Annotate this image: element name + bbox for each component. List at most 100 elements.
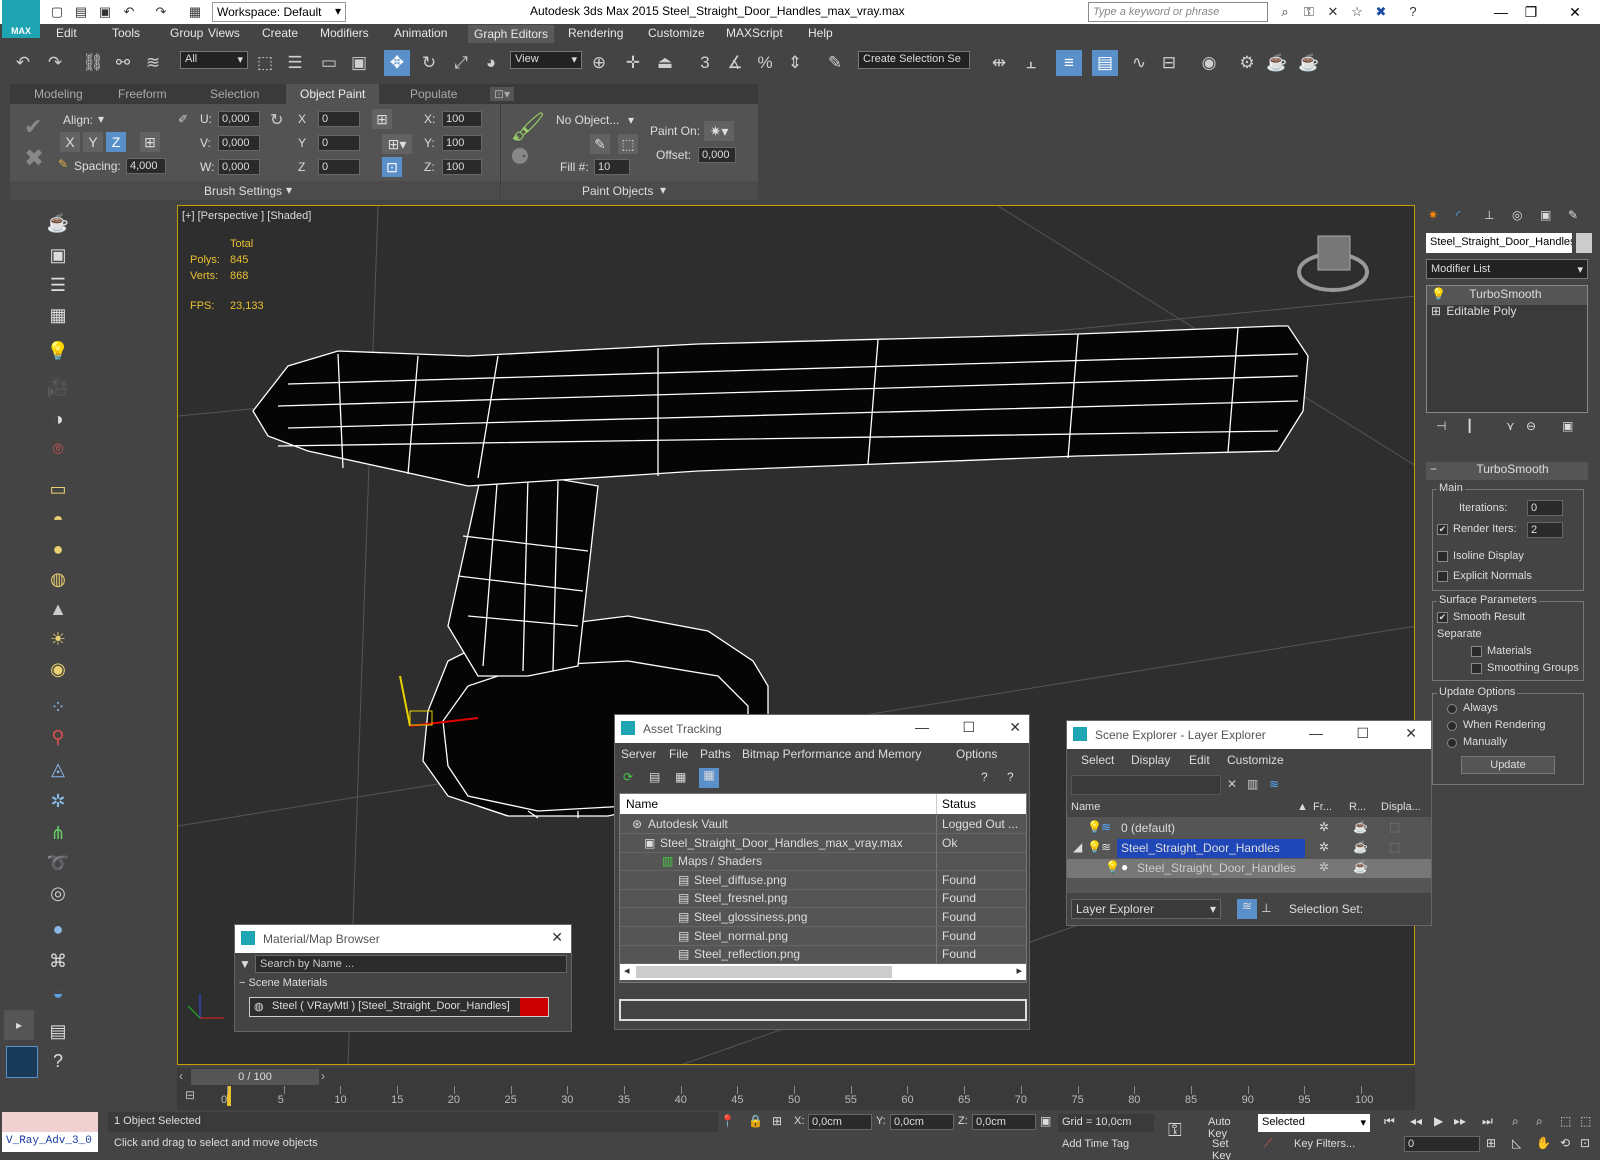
add-to-layer-icon[interactable]: ≋ — [1269, 777, 1279, 791]
asset-row[interactable]: ▤ Steel_glossiness.png Found — [620, 908, 1026, 927]
isolate-selection-icon[interactable]: 📍 — [720, 1114, 735, 1128]
select-and-rotate-icon[interactable]: ↻ — [416, 50, 442, 76]
maxscript-listener-top[interactable] — [2, 1112, 98, 1132]
collapse-arrow-icon[interactable]: ◢ — [1073, 840, 1082, 854]
pivot-center-icon[interactable]: ⊕ — [586, 50, 612, 76]
close-icon[interactable]: ✕ — [551, 929, 563, 946]
viewport-label[interactable]: [+] [Perspective ] [Shaded] — [182, 210, 311, 222]
maxscript-listener-input[interactable]: V_Ray_Adv_3_0 — [2, 1132, 98, 1152]
key-mode-dropdown[interactable]: Selected ▾ — [1258, 1114, 1370, 1132]
particles-icon[interactable]: ⁘ — [44, 694, 72, 720]
light-icon[interactable]: 💡 — [44, 338, 72, 364]
scale-z-input[interactable]: 100 — [442, 159, 482, 175]
hair-icon[interactable]: ➰ — [44, 850, 72, 876]
render-teapot-icon[interactable]: ☕ — [1353, 840, 1368, 854]
menu-file[interactable]: File — [669, 747, 688, 761]
go-to-end-icon[interactable]: ⏭ — [1482, 1114, 1493, 1129]
maximize-viewport-icon[interactable]: ⊡ — [1580, 1136, 1590, 1150]
selection-filter-dropdown[interactable]: All ▾ — [180, 51, 248, 69]
project-folder-icon[interactable]: ▦ — [186, 3, 204, 21]
object-name-input[interactable]: Steel_Straight_Door_Handles — [1426, 233, 1572, 253]
axis-x-button[interactable]: X — [60, 132, 80, 152]
glass-sphere-icon[interactable]: ● — [44, 916, 72, 942]
schematic-view-icon[interactable]: ⊟ — [1156, 50, 1182, 76]
reference-coordinate-dropdown[interactable]: View ▾ — [510, 51, 582, 69]
mesh-icon[interactable]: ◍ — [44, 566, 72, 592]
z-coord-input[interactable]: 0,0cm — [972, 1114, 1036, 1130]
asset-row[interactable]: ⊛ Autodesk Vault Logged Out ... — [620, 815, 1026, 834]
make-unique-icon[interactable]: ⋎ — [1506, 419, 1515, 433]
gear-icon[interactable]: ✲ — [44, 788, 72, 814]
table-view-icon[interactable]: ▦ — [699, 768, 719, 788]
snap-3d-icon[interactable]: 3 — [692, 50, 718, 76]
dome-icon[interactable]: ◓ — [44, 506, 72, 532]
x-coord-input[interactable]: 0,0cm — [808, 1114, 872, 1130]
file-icon[interactable]: ▤ — [44, 1018, 72, 1044]
column-name[interactable]: Name — [1071, 801, 1100, 813]
minimize-icon[interactable]: — — [1309, 725, 1323, 741]
expand-toolbar-icon[interactable]: ▸ — [4, 1010, 34, 1040]
menu-animation[interactable]: Animation — [394, 26, 447, 40]
pin-stack-icon[interactable]: ⊣ — [1436, 419, 1446, 433]
shell-icon[interactable]: ◎ — [44, 880, 72, 906]
bind-spacewarp-icon[interactable]: ≋ — [140, 50, 166, 76]
orbit-icon[interactable]: ⟲ — [1560, 1136, 1570, 1150]
configure-sets-icon[interactable]: ▣ — [1562, 419, 1573, 433]
menu-views[interactable]: Views — [208, 26, 240, 40]
asset-row[interactable]: ▣ Steel_Straight_Door_Handles_max_vray.ma… — [620, 833, 1026, 853]
explorer-type-dropdown[interactable]: Layer Explorer ▾ — [1071, 899, 1221, 919]
horizontal-scrollbar[interactable]: ◂ ▸ — [620, 964, 1026, 980]
plane-icon[interactable]: ▭ — [44, 476, 72, 502]
vray-frame-icon[interactable]: ◒ — [44, 980, 72, 1006]
help-search-input[interactable]: Type a keyword or phrase — [1088, 2, 1268, 22]
refresh-icon[interactable]: ⟳ — [623, 770, 633, 784]
layer-view-icon[interactable]: ≋ — [1237, 899, 1257, 919]
pick-cursor-icon[interactable]: ⬚ — [618, 134, 638, 154]
material-browser-titlebar[interactable]: Material/Map Browser ✕ — [235, 925, 571, 953]
create-tab-icon[interactable]: ✷ — [1428, 208, 1438, 222]
menu-modifiers[interactable]: Modifiers — [320, 26, 369, 40]
menu-select[interactable]: Select — [1081, 753, 1114, 767]
utilities-tab-icon[interactable]: ✎ — [1568, 208, 1578, 222]
asset-tracking-titlebar[interactable]: Asset Tracking — ☐ ✕ — [615, 715, 1029, 743]
y-rotate-input[interactable]: 0 — [318, 135, 360, 151]
new-file-icon[interactable]: ▢ — [48, 3, 66, 21]
align-options-icon[interactable]: ⊞ — [140, 132, 160, 152]
scale-options-icon[interactable]: ⊞ — [372, 109, 392, 129]
no-object-dropdown[interactable]: No Object... — [556, 113, 619, 127]
time-tag-icon[interactable]: ▣ — [1040, 1114, 1051, 1128]
fill-input[interactable]: 10 — [594, 159, 630, 175]
undo-icon[interactable]: ↶ — [10, 50, 36, 76]
window-crossing-icon[interactable]: ▣ — [346, 50, 372, 76]
teapot-icon[interactable]: ☕ — [44, 210, 72, 236]
asset-row[interactable]: ▤ Steel_diffuse.png Found — [620, 870, 1026, 890]
spacing-input[interactable]: 4,000 — [126, 158, 166, 174]
clear-search-icon[interactable]: ✕ — [1227, 777, 1237, 791]
material-search-input[interactable]: Search by Name ... — [255, 955, 567, 973]
zoom-extents-all-icon[interactable]: ⬚ — [1580, 1114, 1591, 1128]
viewcube[interactable] — [1297, 235, 1369, 292]
object-color-swatch[interactable] — [1576, 233, 1592, 253]
time-slider[interactable]: ‹ 0 / 100 › — [177, 1068, 1415, 1086]
key-icon[interactable]: ⚿ — [1168, 1120, 1182, 1141]
mini-curve-editor-icon[interactable]: ⊟ — [185, 1088, 195, 1102]
modify-tab-icon[interactable]: ◜ — [1456, 208, 1461, 222]
w-input[interactable]: 0,000 — [218, 159, 260, 175]
materials-checkbox[interactable] — [1471, 646, 1482, 657]
video-camera-icon[interactable]: ⌾ — [44, 436, 72, 462]
render-teapot-icon[interactable]: ☕ — [1353, 820, 1368, 834]
menu-customize[interactable]: Customize — [648, 26, 705, 40]
toggle-ribbon-icon[interactable]: ▤ — [1092, 50, 1118, 76]
scene-materials-group[interactable]: − Scene Materials — [239, 977, 565, 993]
time-config-icon[interactable]: ⊞ — [1486, 1136, 1496, 1150]
previous-frame-icon[interactable]: ◂◂ — [1410, 1114, 1422, 1128]
list-icon[interactable]: ☰ — [44, 272, 72, 298]
scene-explorer-titlebar[interactable]: Scene Explorer - Layer Explorer — ☐ ✕ — [1067, 721, 1431, 749]
manipulate-icon[interactable]: ✛ — [620, 50, 646, 76]
key-icon[interactable]: ⚿ — [1300, 3, 1318, 21]
save-icon[interactable]: ▣ — [96, 3, 114, 21]
place-object-icon[interactable]: ◕ — [478, 50, 504, 76]
play-icon[interactable]: ▶ — [1434, 1114, 1443, 1128]
track-bar[interactable]: ⊟ 0 5 10 15 20 25 30 35 40 45 50 55 60 65 70 75 80 85 90 95… — [177, 1086, 1415, 1110]
layer-explorer-icon[interactable]: ≡ — [1056, 50, 1082, 76]
